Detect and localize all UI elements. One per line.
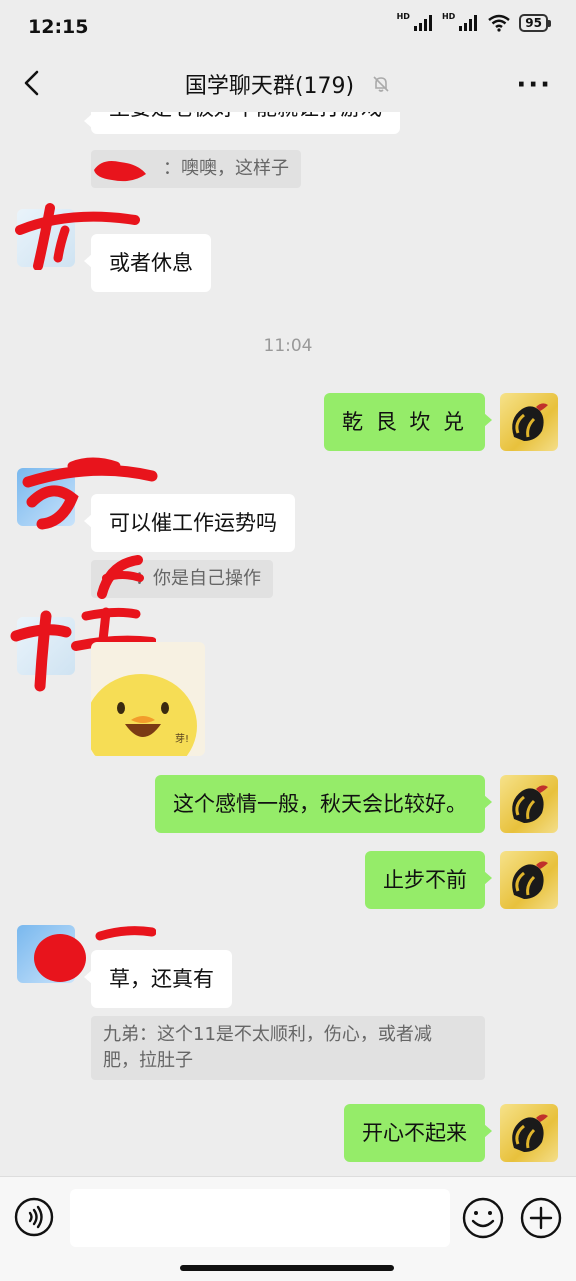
quote-text-line: 九弟：这个11是不太顺利，伤心，或者减: [103, 1024, 432, 1045]
self-avatar[interactable]: [500, 1104, 558, 1162]
message-bubble-self[interactable]: 乾 艮 坎 兑: [323, 393, 493, 451]
message-list[interactable]: 主要是老板好不能就让打游戏 ：噢噢，这样子 或者休息 11:04 乾 艮 坎 兑: [0, 112, 576, 1176]
message-bubble-self[interactable]: 开心不起来: [344, 1104, 492, 1162]
message-text: 止步不前: [383, 868, 467, 892]
chat-title: 国学聊天群(179): [184, 74, 355, 99]
chat-header: 国学聊天群(179) ···: [0, 56, 576, 112]
voice-input-icon[interactable]: [14, 1197, 54, 1237]
quote-text: ：你是自己操作: [135, 568, 261, 589]
message-bubble-partial[interactable]: 主要是老板好不能就让打游戏: [84, 112, 400, 134]
rooster-icon: [512, 1114, 548, 1152]
chick-sticker-icon: 芽!: [91, 674, 197, 756]
home-indicator[interactable]: [180, 1265, 394, 1271]
message-bubble[interactable]: 或者休息: [84, 234, 211, 292]
status-bar: 12:15 HD HD 95: [0, 0, 576, 56]
quote-text-line: 肥，拉肚子: [103, 1050, 193, 1071]
emoji-icon[interactable]: [462, 1197, 504, 1239]
wifi-icon: [488, 14, 511, 32]
timestamp: 11:04: [263, 336, 313, 356]
redaction-mark: [94, 161, 146, 182]
self-avatar[interactable]: [500, 775, 558, 833]
sticker-caption: 芽!: [175, 732, 189, 745]
more-options-icon[interactable]: ···: [516, 70, 552, 100]
signal-icon-2: [459, 15, 478, 31]
battery-icon: 95: [519, 14, 551, 32]
chat-title-area: 国学聊天群(179): [0, 68, 576, 100]
message-input[interactable]: [70, 1189, 450, 1247]
message-text: 可以催工作运势吗: [109, 511, 277, 535]
message-bubble-self[interactable]: 这个感情一般，秋天会比较好。: [155, 775, 492, 833]
sticker-image[interactable]: 芽!: [91, 642, 205, 756]
input-bar: [0, 1176, 576, 1281]
status-time: 12:15: [28, 16, 89, 38]
rooster-icon: [512, 785, 548, 823]
self-avatar[interactable]: [500, 393, 558, 451]
status-icons: HD HD 95: [396, 12, 551, 32]
message-bubble-self[interactable]: 止步不前: [365, 851, 492, 909]
message-text: 草，还真有: [109, 967, 214, 991]
message-text: 开心不起来: [362, 1121, 467, 1145]
redaction-mark: [97, 555, 144, 599]
hd-label: HD: [396, 12, 410, 21]
plus-icon[interactable]: [520, 1197, 562, 1239]
quote-reply[interactable]: 九弟：这个11是不太顺利，伤心，或者减 肥，拉肚子: [91, 1016, 485, 1080]
signal-icon: [413, 15, 432, 31]
message-text: 这个感情一般，秋天会比较好。: [173, 792, 467, 816]
message-text: 主要是老板好不能就让打游戏: [109, 112, 382, 120]
mute-bell-icon: [373, 76, 389, 92]
self-avatar[interactable]: [500, 851, 558, 909]
rooster-icon: [512, 861, 548, 899]
message-text: 乾 艮 坎 兑: [341, 410, 467, 434]
hd-label-2: HD: [441, 12, 456, 21]
message-bubble[interactable]: 可以催工作运势吗: [84, 494, 295, 552]
quote-text: ：噢噢，这样子: [163, 158, 289, 179]
message-text: 或者休息: [109, 251, 193, 275]
rooster-icon: [512, 403, 548, 441]
message-bubble[interactable]: 草，还真有: [84, 950, 232, 1008]
